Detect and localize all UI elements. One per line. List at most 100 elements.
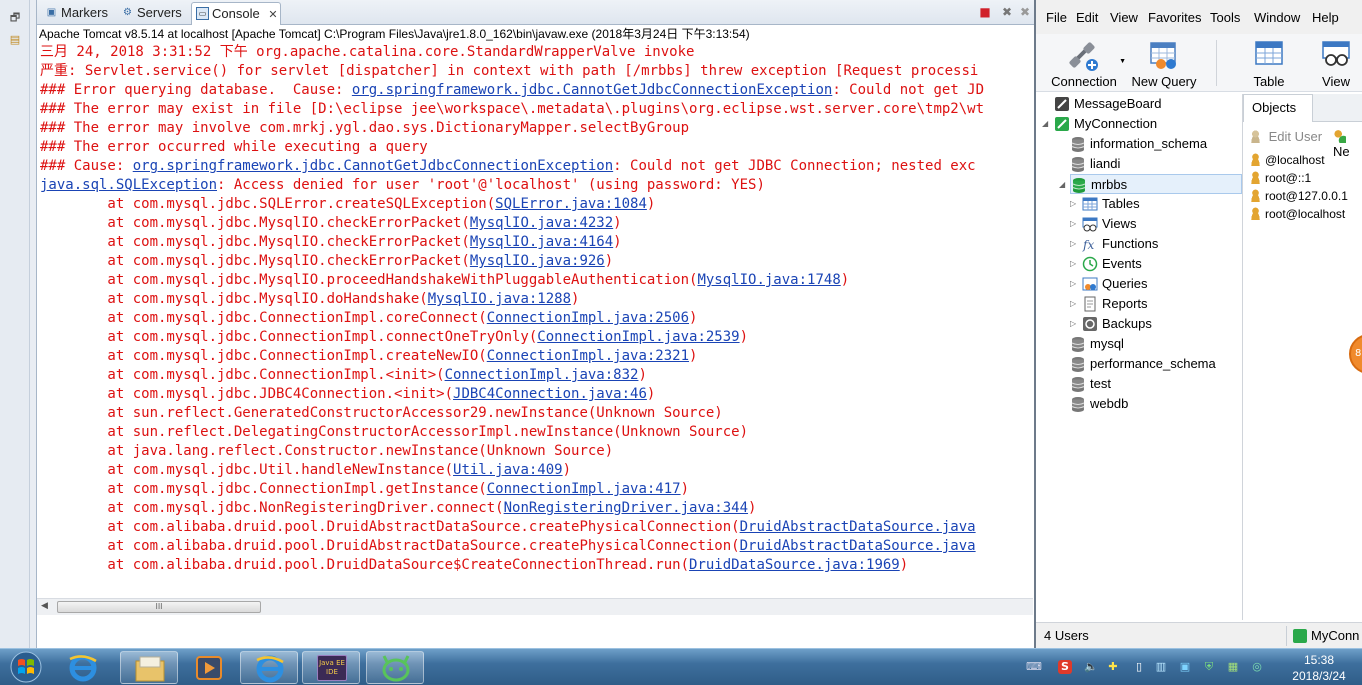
tree-item-backups[interactable]: ▷ Backups bbox=[1040, 314, 1240, 334]
expand-arrow-icon[interactable]: ▷ bbox=[1070, 214, 1080, 234]
tree-item-queries[interactable]: ▷ Queries bbox=[1040, 274, 1240, 294]
menu-tools[interactable]: Tools bbox=[1210, 10, 1240, 25]
tree-item-db-performance-schema[interactable]: performance_schema bbox=[1040, 354, 1240, 374]
tree-item-myconnection[interactable]: ◢ MyConnection bbox=[1040, 114, 1240, 134]
ie-open-taskbar-button[interactable] bbox=[240, 651, 298, 684]
tree-item-db-mrbbs[interactable]: ◢ mrbbs bbox=[1059, 174, 1242, 194]
table-button[interactable]: Table bbox=[1236, 34, 1302, 92]
stack-trace-link[interactable]: JDBC4Connection.java:46 bbox=[453, 386, 647, 402]
eclipse-taskbar-button[interactable]: Java EE IDE bbox=[302, 651, 360, 684]
navicat-taskbar-button[interactable] bbox=[366, 651, 424, 684]
stack-trace-link[interactable]: NonRegisteringDriver.java:344 bbox=[504, 500, 748, 516]
scroll-thumb[interactable]: III bbox=[57, 601, 261, 613]
expand-arrow-icon[interactable]: ▷ bbox=[1070, 234, 1080, 254]
stack-trace-link[interactable]: org.springframework.jdbc.CannotGetJdbcCo… bbox=[133, 158, 613, 174]
tree-item-functions[interactable]: ▷ fx Functions bbox=[1040, 234, 1240, 254]
remove-launch-icon[interactable]: ✖ bbox=[999, 4, 1015, 20]
stack-trace-link[interactable]: ConnectionImpl.java:2321 bbox=[487, 348, 689, 364]
stack-trace-link[interactable]: SQLError.java:1084 bbox=[495, 196, 647, 212]
tab-objects[interactable]: Objects bbox=[1243, 94, 1313, 122]
menu-window[interactable]: Window bbox=[1254, 10, 1300, 25]
network-icon[interactable]: ▥ bbox=[1154, 660, 1168, 674]
stack-trace-link[interactable]: MysqlIO.java:4164 bbox=[470, 234, 613, 250]
notification-badge[interactable]: 88 bbox=[1349, 334, 1362, 374]
expand-arrow-icon[interactable]: ▷ bbox=[1070, 274, 1080, 294]
stack-trace-link[interactable]: ConnectionImpl.java:417 bbox=[487, 481, 681, 497]
package-explorer-icon[interactable]: ▤ bbox=[6, 32, 24, 48]
start-button[interactable] bbox=[6, 650, 46, 684]
user-list-item[interactable]: root@localhost bbox=[1249, 205, 1345, 223]
expand-arrow-icon[interactable]: ▷ bbox=[1070, 254, 1080, 274]
menu-help[interactable]: Help bbox=[1312, 10, 1339, 25]
menu-favorites[interactable]: Favorites bbox=[1148, 10, 1201, 25]
view-button[interactable]: View bbox=[1306, 34, 1362, 92]
user-list-item[interactable]: root@::1 bbox=[1249, 169, 1311, 187]
user-list-item[interactable]: @localhost bbox=[1249, 151, 1325, 169]
tree-item-label: Functions bbox=[1102, 236, 1159, 251]
tree-item-views[interactable]: ▷ Views bbox=[1040, 214, 1240, 234]
collapse-arrow-icon[interactable]: ◢ bbox=[1059, 175, 1069, 195]
stack-trace-link[interactable]: DruidAbstractDataSource.java bbox=[740, 538, 976, 554]
stack-trace-link[interactable]: MysqlIO.java:926 bbox=[470, 253, 605, 269]
expand-arrow-icon[interactable]: ▷ bbox=[1070, 194, 1080, 214]
wechat-icon[interactable]: ◎ bbox=[1250, 660, 1264, 674]
internet-explorer-taskbar-button[interactable] bbox=[54, 651, 112, 684]
file-explorer-taskbar-button[interactable] bbox=[120, 651, 178, 684]
stack-trace-link[interactable]: DruidDataSource.java:1969 bbox=[689, 557, 900, 573]
edit-user-button[interactable]: Edit User bbox=[1249, 129, 1322, 144]
system-clock[interactable]: 15:38 2018/3/24 bbox=[1282, 652, 1356, 684]
collapse-arrow-icon[interactable]: ◢ bbox=[1042, 114, 1052, 134]
monitor-icon[interactable]: ▦ bbox=[1226, 660, 1240, 674]
user-list-item[interactable]: root@127.0.0.1 bbox=[1249, 187, 1348, 205]
stack-trace-link[interactable]: DruidAbstractDataSource.java bbox=[740, 519, 976, 535]
tree-item-db-information-schema[interactable]: information_schema bbox=[1040, 134, 1240, 154]
console-line: at com.mysql.jdbc.MysqlIO.checkErrorPack… bbox=[37, 233, 1033, 252]
tree-item-tables[interactable]: ▷ Tables bbox=[1040, 194, 1240, 214]
sogou-input-icon[interactable]: S bbox=[1058, 660, 1072, 674]
expand-arrow-icon[interactable]: ▷ bbox=[1070, 314, 1080, 334]
menu-file[interactable]: File bbox=[1046, 10, 1067, 25]
battery-icon[interactable]: ▯ bbox=[1132, 660, 1146, 674]
media-player-taskbar-button[interactable] bbox=[180, 651, 238, 684]
stack-trace-link[interactable]: java.sql.SQLException bbox=[40, 177, 217, 193]
tree-item-reports[interactable]: ▷ Reports bbox=[1040, 294, 1240, 314]
restore-icon[interactable]: 🗗 bbox=[6, 10, 24, 26]
stack-trace-link[interactable]: MysqlIO.java:1748 bbox=[697, 272, 840, 288]
security-center-icon[interactable]: ✚ bbox=[1106, 660, 1120, 674]
connection-button[interactable]: ▼ Connection bbox=[1044, 34, 1126, 92]
stack-trace-link[interactable]: MysqlIO.java:1288 bbox=[428, 291, 571, 307]
horizontal-scrollbar[interactable]: ◀ III bbox=[37, 598, 1033, 615]
tab-console[interactable]: ▭ Console ✕ bbox=[191, 2, 281, 25]
tree-item-messageboard[interactable]: MessageBoard bbox=[1040, 94, 1240, 114]
stack-trace-link[interactable]: Util.java:409 bbox=[453, 462, 563, 478]
display-icon[interactable]: ▣ bbox=[1178, 660, 1192, 674]
menu-edit[interactable]: Edit bbox=[1076, 10, 1098, 25]
shield-icon[interactable]: ⛨ bbox=[1202, 660, 1216, 674]
tree-item-db-test[interactable]: test bbox=[1040, 374, 1240, 394]
tree-item-events[interactable]: ▷ Events bbox=[1040, 254, 1240, 274]
console-output[interactable]: 三月 24, 2018 3:31:52 下午 org.apache.catali… bbox=[37, 43, 1033, 599]
tab-servers[interactable]: ⚙ Servers bbox=[117, 2, 191, 25]
tab-markers[interactable]: ▣ Markers bbox=[41, 2, 115, 25]
keyboard-icon[interactable]: ⌨ bbox=[1026, 660, 1042, 674]
stack-trace-link[interactable]: MysqlIO.java:4232 bbox=[470, 215, 613, 231]
tree-item-db-liandi[interactable]: liandi bbox=[1040, 154, 1240, 174]
terminate-icon[interactable]: ■ bbox=[977, 4, 993, 20]
stack-trace-link[interactable]: ConnectionImpl.java:2506 bbox=[487, 310, 689, 326]
stack-trace-link[interactable]: ConnectionImpl.java:2539 bbox=[537, 329, 739, 345]
close-icon[interactable]: ✕ bbox=[268, 5, 277, 26]
console-text: 三月 24, 2018 3:31:52 下午 org.apache.catali… bbox=[40, 44, 695, 60]
menu-view[interactable]: View bbox=[1110, 10, 1138, 25]
volume-icon[interactable]: 🔈 bbox=[1084, 660, 1098, 674]
new-query-button[interactable]: New Query bbox=[1128, 34, 1200, 92]
dropdown-arrow-icon[interactable]: ▼ bbox=[1119, 58, 1126, 65]
scroll-left-icon[interactable]: ◀ bbox=[41, 601, 48, 611]
stack-trace-link[interactable]: ConnectionImpl.java:832 bbox=[445, 367, 639, 383]
expand-arrow-icon[interactable]: ▷ bbox=[1070, 294, 1080, 314]
tree-item-db-mysql[interactable]: mysql bbox=[1040, 334, 1240, 354]
tree-item-db-webdb[interactable]: webdb bbox=[1040, 394, 1240, 414]
new-user-button[interactable]: Ne bbox=[1333, 129, 1362, 159]
remove-all-icon[interactable]: ✖ bbox=[1017, 4, 1033, 20]
stack-trace-link[interactable]: org.springframework.jdbc.CannotGetJdbcCo… bbox=[352, 82, 832, 98]
user-icon bbox=[1249, 153, 1262, 166]
